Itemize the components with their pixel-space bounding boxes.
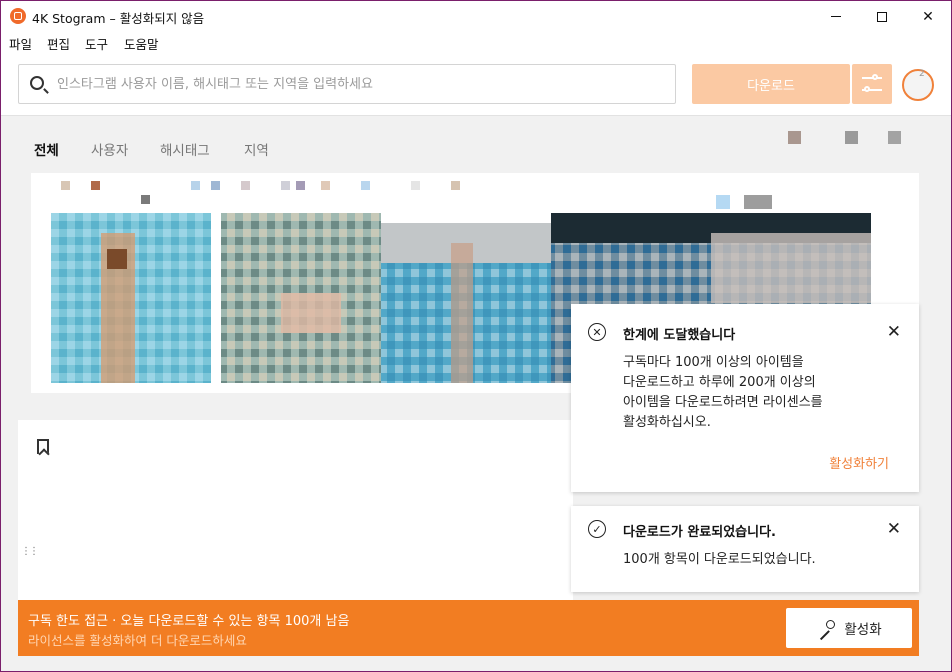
download-complete-notification: ✓ 다운로드가 완료되었습니다. ✕ 100개 항목이 다운로드되었습니다. bbox=[571, 506, 919, 592]
title-bar: 4K Stogram – 활성화되지 않음 ✕ bbox=[1, 1, 951, 32]
menu-file[interactable]: 파일 bbox=[9, 34, 32, 53]
filter-settings-button[interactable] bbox=[852, 64, 892, 104]
check-circle-icon: ✓ bbox=[588, 520, 606, 538]
drag-handle-icon[interactable]: ⋮⋮ bbox=[21, 546, 39, 557]
close-icon[interactable]: ✕ bbox=[887, 324, 901, 341]
notification-body: 구독마다 100개 이상의 아이템을 다운로드하고 하루에 200개 이상의 아… bbox=[623, 355, 823, 430]
search-icon bbox=[30, 76, 44, 90]
tab-locations[interactable]: 지역 bbox=[244, 139, 269, 159]
banner-message: 구독 한도 접근 · 오늘 다운로드할 수 있는 항목 100개 남음 bbox=[28, 614, 350, 629]
pixelated-thumb bbox=[788, 131, 801, 144]
activate-link[interactable]: 활성화하기 bbox=[829, 453, 889, 472]
close-icon[interactable]: ✕ bbox=[887, 521, 901, 538]
notification-body: 100개 항목이 다운로드되었습니다. bbox=[623, 552, 816, 567]
tab-bar: 전체 사용자 해시태그 지역 bbox=[18, 123, 918, 171]
app-logo-icon bbox=[10, 8, 26, 24]
activate-button[interactable]: 활성화 bbox=[786, 608, 912, 648]
tab-hashtags[interactable]: 해시태그 bbox=[160, 139, 210, 159]
close-window-button[interactable]: ✕ bbox=[905, 1, 951, 32]
close-icon: ✕ bbox=[922, 8, 934, 25]
maximize-icon bbox=[877, 11, 887, 22]
minimize-icon bbox=[831, 16, 841, 17]
search-box[interactable] bbox=[18, 64, 676, 104]
activate-button-label: 활성화 bbox=[844, 622, 882, 638]
blurred-metadata bbox=[31, 181, 831, 209]
menu-tools[interactable]: 도구 bbox=[85, 34, 108, 53]
app-window: 4K Stogram – 활성화되지 않음 ✕ 파일 편집 도구 도움말 다운로… bbox=[0, 0, 952, 672]
banner-submessage: 라이선스를 활성화하여 더 다운로드하세요 bbox=[28, 633, 247, 648]
menu-help[interactable]: 도움말 bbox=[124, 34, 159, 53]
limit-reached-notification: ✕ 한계에 도달했습니다 ✕ 구독마다 100개 이상의 아이템을 다운로드하고… bbox=[571, 304, 919, 492]
search-toolbar: 다운로드 2 bbox=[1, 52, 951, 116]
key-icon bbox=[816, 619, 836, 640]
pixelated-thumb bbox=[888, 131, 901, 144]
window-title: 4K Stogram – 활성화되지 않음 bbox=[32, 11, 205, 26]
notification-title: 한계에 도달했습니다 bbox=[623, 328, 736, 343]
menu-bar: 파일 편집 도구 도움말 bbox=[1, 32, 951, 52]
avatar-badge: 2 bbox=[919, 69, 925, 79]
search-input[interactable] bbox=[57, 65, 657, 103]
x-circle-icon: ✕ bbox=[588, 323, 606, 341]
tab-all[interactable]: 전체 bbox=[34, 139, 59, 159]
avatar[interactable] bbox=[902, 69, 934, 101]
notification-title: 다운로드가 완료되었습니다. bbox=[623, 525, 776, 540]
menu-edit[interactable]: 편집 bbox=[47, 34, 70, 53]
license-banner: 구독 한도 접근 · 오늘 다운로드할 수 있는 항목 100개 남음 라이선스… bbox=[18, 600, 919, 656]
download-button[interactable]: 다운로드 bbox=[692, 64, 850, 104]
maximize-button[interactable] bbox=[859, 1, 905, 32]
minimize-button[interactable] bbox=[813, 1, 859, 32]
post-card bbox=[18, 420, 573, 600]
bookmark-icon[interactable] bbox=[37, 439, 49, 454]
pixelated-thumb bbox=[845, 131, 858, 144]
tab-users[interactable]: 사용자 bbox=[91, 139, 128, 159]
